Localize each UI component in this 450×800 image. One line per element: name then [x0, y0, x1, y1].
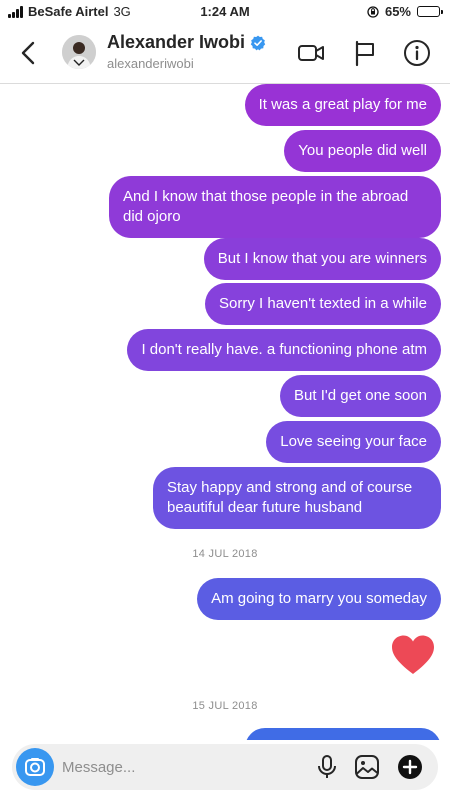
message-composer [12, 744, 438, 790]
date-separator: 15 JUL 2018 [192, 700, 258, 712]
back-arrow-icon[interactable] [14, 38, 44, 68]
plus-icon[interactable] [396, 753, 424, 781]
message-bubble[interactable]: But I know that you are winners [203, 238, 441, 280]
battery-icon [417, 6, 443, 17]
date-separator: 14 JUL 2018 [192, 548, 258, 560]
message-bubble[interactable]: I don't really have. a functioning phone… [127, 329, 441, 371]
contact-username: alexanderiwobi [107, 56, 194, 71]
message-bubble[interactable]: Sorry I haven't texted in a while [205, 283, 441, 325]
message-bubble[interactable]: Love seeing your face [266, 421, 441, 463]
message-bubble[interactable]: And I know that those people in the abro… [109, 176, 441, 238]
battery-percent: 65% [384, 4, 411, 19]
contact-name-row[interactable]: Alexander Iwobi [107, 32, 266, 53]
verified-badge-icon [250, 35, 266, 50]
flag-icon[interactable] [350, 38, 380, 68]
video-call-icon[interactable] [296, 38, 326, 68]
message-input[interactable] [62, 744, 282, 790]
contact-name: Alexander Iwobi [107, 32, 246, 52]
camera-icon [25, 758, 45, 776]
message-bubble[interactable]: It was a great play for me [244, 84, 441, 126]
message-thread[interactable]: It was a great play for me You people di… [0, 84, 450, 740]
info-icon[interactable] [402, 38, 432, 68]
orientation-lock-icon [367, 5, 379, 18]
gallery-icon[interactable] [353, 753, 381, 781]
message-bubble-partial[interactable] [245, 728, 441, 740]
status-bar: BeSafe Airtel 3G 1:24 AM 65% [0, 0, 450, 24]
chat-header: Alexander Iwobi alexanderiwobi [0, 24, 450, 84]
message-bubble[interactable]: But I'd get one soon [280, 375, 441, 417]
avatar[interactable] [62, 35, 96, 69]
message-bubble[interactable]: You people did well [284, 130, 441, 172]
battery-info: 65% [367, 4, 443, 19]
message-bubble[interactable]: Am going to marry you someday [197, 578, 441, 620]
heart-reaction-icon[interactable] [390, 634, 436, 676]
message-bubble[interactable]: Stay happy and strong and of course beau… [153, 467, 441, 529]
camera-button[interactable] [16, 748, 54, 786]
microphone-icon[interactable] [313, 753, 341, 781]
